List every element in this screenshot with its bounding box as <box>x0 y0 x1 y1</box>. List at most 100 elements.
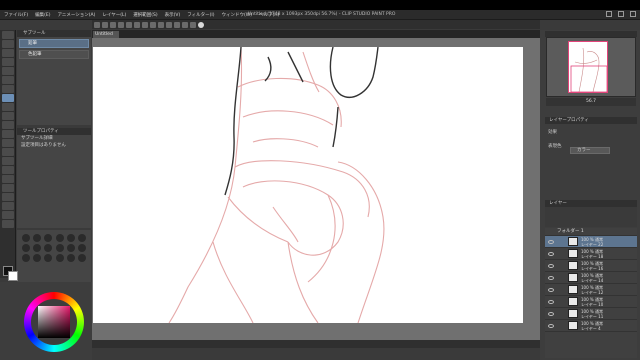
transform-icon[interactable] <box>142 21 148 28</box>
auto-select-tool-icon[interactable] <box>2 76 14 84</box>
visibility-eye-icon[interactable] <box>548 275 554 280</box>
canvas-tab[interactable]: Untitled <box>93 31 119 38</box>
operation-tool-icon[interactable] <box>2 49 14 57</box>
pen-tool-icon[interactable] <box>2 94 14 102</box>
layer-property-header: レイヤープロパティ <box>545 117 637 124</box>
decoration-tool-icon[interactable] <box>2 130 14 138</box>
brush-size-preset[interactable] <box>44 244 53 252</box>
navigator-preview[interactable] <box>568 41 608 93</box>
layer-name: レイヤー 4 <box>581 325 601 331</box>
saturation-value-square[interactable] <box>38 306 70 338</box>
menu-layer[interactable]: レイヤー(L) <box>102 12 126 18</box>
tool-property-header: ツールプロパティ <box>17 128 91 135</box>
figure-tool-icon[interactable] <box>2 175 14 183</box>
move-tool-icon[interactable] <box>2 40 14 48</box>
visibility-eye-icon[interactable] <box>548 323 554 328</box>
brush-size-preset[interactable] <box>21 234 30 242</box>
deselect-icon[interactable] <box>158 21 164 28</box>
gradient-tool-icon[interactable] <box>2 166 14 174</box>
menu-filter[interactable]: フィルター(I) <box>187 12 214 18</box>
grid-icon[interactable] <box>190 21 196 28</box>
brush-size-preset[interactable] <box>32 244 41 252</box>
sub-tool-item[interactable]: 色鉛筆 <box>19 50 89 59</box>
correct-line-tool-icon[interactable] <box>2 220 14 228</box>
brush-size-preset[interactable] <box>55 244 64 252</box>
brush-size-preset[interactable] <box>66 244 75 252</box>
visibility-eye-icon[interactable] <box>548 251 554 256</box>
clip-studio-icon[interactable] <box>198 21 204 28</box>
menu-edit[interactable]: 編集(E) <box>35 12 50 18</box>
layer-row[interactable]: 100 % 通常 レイヤー 16 <box>545 260 637 272</box>
layer-row[interactable]: 100 % 通常 レイヤー 18 <box>545 248 637 260</box>
zoom-tool-icon[interactable] <box>2 31 14 39</box>
redo-icon[interactable] <box>126 21 132 28</box>
brush-tool-icon[interactable] <box>2 112 14 120</box>
zoom-value[interactable]: 56.7 <box>586 99 596 104</box>
selection-icon[interactable] <box>150 21 156 28</box>
brush-size-preset[interactable] <box>44 234 53 242</box>
sub-tool-item[interactable]: 鉛筆 <box>19 39 89 48</box>
fill-tool-icon[interactable] <box>2 157 14 165</box>
menu-select[interactable]: 選択範囲(S) <box>133 12 157 18</box>
brush-size-preset[interactable] <box>66 254 75 262</box>
brush-size-preset[interactable] <box>78 244 87 252</box>
maximize-button[interactable] <box>618 11 624 17</box>
invert-icon[interactable] <box>166 21 172 28</box>
brush-size-preset[interactable] <box>21 244 30 252</box>
sub-color-swatch[interactable] <box>8 271 18 281</box>
layer-info: 100 % 通常 レイヤー 18 <box>581 249 603 259</box>
text-tool-icon[interactable] <box>2 202 14 210</box>
airbrush-tool-icon[interactable] <box>2 121 14 129</box>
clear-icon[interactable] <box>134 21 140 28</box>
layer-info: 100 % 通常 レイヤー 10 <box>581 297 603 307</box>
brush-size-preset[interactable] <box>55 254 64 262</box>
brush-size-preset[interactable] <box>44 254 53 262</box>
balloon-tool-icon[interactable] <box>2 211 14 219</box>
brush-size-preset[interactable] <box>32 234 41 242</box>
visibility-eye-icon[interactable] <box>548 239 554 244</box>
selection-tool-icon[interactable] <box>2 67 14 75</box>
brush-size-preset[interactable] <box>32 254 41 262</box>
layer-thumbnail <box>568 273 578 282</box>
layer-row[interactable]: 100 % 通常 レイヤー 14 <box>545 272 637 284</box>
minimize-button[interactable] <box>606 11 612 17</box>
layer-row[interactable]: 100 % 通常 レイヤー 11 <box>545 308 637 320</box>
pencil-tool-icon[interactable] <box>2 103 14 111</box>
menu-animation[interactable]: アニメーション(A) <box>57 12 95 18</box>
layer-row[interactable]: 100 % 通常 レイヤー 10 <box>545 296 637 308</box>
snap-icon[interactable] <box>174 21 180 28</box>
visibility-eye-icon[interactable] <box>548 263 554 268</box>
brush-size-preset[interactable] <box>66 234 75 242</box>
layer-row[interactable]: 100 % 通常 レイヤー 4 <box>545 320 637 332</box>
ruler-icon[interactable] <box>182 21 188 28</box>
brush-size-preset[interactable] <box>78 234 87 242</box>
layer-info: 100 % 通常 レイヤー 16 <box>581 261 603 271</box>
drawing-canvas[interactable] <box>93 47 523 323</box>
command-bar <box>92 20 540 29</box>
blend-tool-icon[interactable] <box>2 148 14 156</box>
layer-folder[interactable]: フォルダー 1 <box>545 228 637 236</box>
eraser-tool-icon[interactable] <box>2 139 14 147</box>
expression-color-select[interactable]: カラー <box>570 147 610 154</box>
visibility-eye-icon[interactable] <box>548 299 554 304</box>
frame-tool-icon[interactable] <box>2 184 14 192</box>
open-file-icon[interactable] <box>102 21 108 28</box>
layer-row[interactable]: 100 % 通常 レイヤー 12 <box>545 284 637 296</box>
undo-icon[interactable] <box>118 21 124 28</box>
eyedropper-tool-icon[interactable] <box>2 85 14 93</box>
brush-size-preset[interactable] <box>21 254 30 262</box>
visibility-eye-icon[interactable] <box>548 311 554 316</box>
menu-file[interactable]: ファイル(F) <box>4 12 28 18</box>
close-button[interactable] <box>630 11 636 17</box>
visibility-eye-icon[interactable] <box>548 287 554 292</box>
title-bar: ファイル(F) 編集(E) アニメーション(A) レイヤー(L) 選択範囲(S)… <box>0 10 640 20</box>
menu-view[interactable]: 表示(V) <box>165 12 181 18</box>
brush-size-preset[interactable] <box>55 234 64 242</box>
layer-row[interactable]: 100 % 通常 レイヤー 22 <box>545 236 637 248</box>
new-file-icon[interactable] <box>94 21 100 28</box>
ruler-tool-icon[interactable] <box>2 193 14 201</box>
brush-size-preset[interactable] <box>78 254 87 262</box>
save-icon[interactable] <box>110 21 116 28</box>
layer-name: レイヤー 18 <box>581 253 604 259</box>
move-layer-tool-icon[interactable] <box>2 58 14 66</box>
